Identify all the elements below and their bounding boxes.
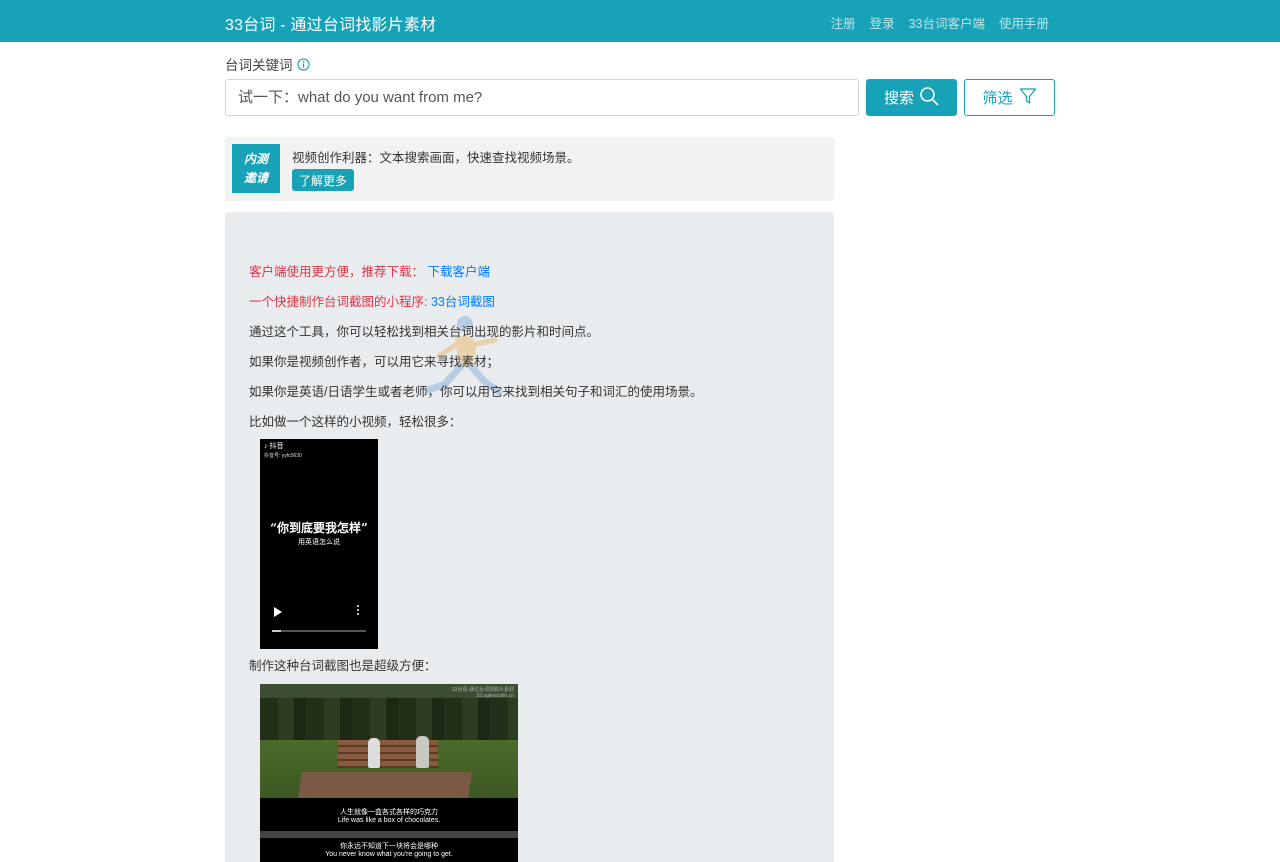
nav-links: 注册 登录 33台词客户端 使用手册 bbox=[831, 13, 1049, 32]
search-icon bbox=[919, 86, 939, 110]
video-progress-bar[interactable] bbox=[272, 630, 366, 632]
beta-invite-panel: 内测 邀请 视频创作利器：文本搜索画面，快速查找视频场景。 了解更多 bbox=[225, 137, 834, 201]
play-icon[interactable] bbox=[274, 607, 282, 617]
more-options-icon[interactable] bbox=[357, 605, 360, 617]
video-app-logo: ♪ 抖音 bbox=[264, 442, 283, 451]
search-button-label: 搜索 bbox=[883, 90, 914, 107]
mini-program-link[interactable]: 33台词截图 bbox=[431, 295, 495, 309]
video-title: “你到底要我怎样” bbox=[270, 521, 368, 535]
video-subtitle: 用英语怎么说 bbox=[298, 539, 340, 546]
demo-video[interactable]: ♪ 抖音 抖音号: yyfc0630 “你到底要我怎样” 用英语怎么说 bbox=[260, 439, 378, 649]
brand-title[interactable]: 33台词 - 通过台词找影片素材 bbox=[225, 11, 436, 35]
nav-client-link[interactable]: 33台词客户端 bbox=[909, 13, 985, 32]
intro-paragraph-1: 通过这个工具，你可以轻松找到相关台词出现的影片和时间点。 bbox=[249, 325, 600, 339]
beta-description: 视频创作利器：文本搜索画面，快速查找视频场景。 bbox=[292, 151, 580, 165]
info-icon[interactable] bbox=[296, 57, 310, 71]
screenshot-subtitle-area: 人生就像一盒各式各样的巧克力 Life was like a box of ch… bbox=[260, 798, 518, 862]
download-client-link[interactable]: 下载客户端 bbox=[428, 265, 491, 279]
screenshot-watermark: 33台词-通过台词找影片素材 33.agilestudio.cn bbox=[452, 687, 514, 699]
beta-badge: 内测 邀请 bbox=[232, 144, 280, 193]
filter-button-label: 筛选 bbox=[982, 90, 1013, 107]
intro-panel: 客户端使用更方便，推荐下载： 下载客户端 一个快捷制作台词截图的小程序: 33台… bbox=[225, 212, 834, 862]
search-input[interactable] bbox=[225, 79, 859, 116]
intro-paragraph-2: 如果你是视频创作者，可以用它来寻找素材； bbox=[249, 355, 500, 369]
client-promo-line: 客户端使用更方便，推荐下载： 下载客户端 bbox=[249, 261, 490, 280]
keyword-label: 台词关键词 bbox=[225, 54, 310, 74]
screenshot-path bbox=[298, 772, 472, 798]
top-navbar: 33台词 - 通过台词找影片素材 注册 登录 33台词客户端 使用手册 bbox=[0, 0, 1280, 42]
movie-screenshot-example: 33台词-通过台词找影片素材 33.agilestudio.cn 人生就像一盒各… bbox=[260, 684, 518, 862]
filter-icon bbox=[1019, 87, 1037, 109]
tiktok-icon: ♪ bbox=[264, 443, 268, 450]
nav-login-link[interactable]: 登录 bbox=[870, 13, 895, 32]
mini-program-text: 一个快捷制作台词截图的小程序: bbox=[249, 295, 428, 309]
subtitle-2-chinese: 你永远不知道下一块将会是哪种 bbox=[340, 843, 438, 850]
video-progress-fill bbox=[272, 630, 282, 632]
beta-badge-line1: 内测 bbox=[243, 151, 268, 166]
keyword-label-text: 台词关键词 bbox=[225, 58, 293, 73]
subtitle-1-english: Life was like a box of chocolates. bbox=[337, 817, 441, 824]
intro-paragraph-4: 比如做一个这样的小视频，轻松很多： bbox=[249, 415, 462, 429]
video-account: 抖音号: yyfc0630 bbox=[264, 453, 302, 459]
video-app-name: 抖音 bbox=[269, 443, 284, 450]
search-button[interactable]: 搜索 bbox=[866, 79, 957, 116]
intro-paragraph-5: 制作这种台词截图也是超级方便： bbox=[249, 659, 437, 673]
screenshot-person-right bbox=[416, 736, 429, 768]
screenshot-person-left bbox=[368, 738, 380, 768]
subtitle-1-chinese: 人生就像一盒各式各样的巧克力 bbox=[340, 809, 438, 816]
learn-more-button[interactable]: 了解更多 bbox=[292, 169, 355, 191]
mini-program-line: 一个快捷制作台词截图的小程序: 33台词截图 bbox=[249, 291, 495, 310]
screenshot-watermark-line2: 33.agilestudio.cn bbox=[476, 693, 514, 699]
subtitle-2-english: You never know what you're going to get. bbox=[325, 851, 453, 858]
nav-manual-link[interactable]: 使用手册 bbox=[999, 13, 1049, 32]
intro-paragraph-3: 如果你是英语/日语学生或者老师，你可以用它来找到相关句子和词汇的使用场景。 bbox=[249, 385, 703, 399]
nav-register-link[interactable]: 注册 bbox=[831, 13, 856, 32]
beta-badge-line2: 邀请 bbox=[243, 170, 268, 185]
filter-button[interactable]: 筛选 bbox=[964, 79, 1055, 116]
subtitle-divider bbox=[260, 831, 518, 838]
client-promo-text: 客户端使用更方便，推荐下载： bbox=[249, 265, 425, 279]
